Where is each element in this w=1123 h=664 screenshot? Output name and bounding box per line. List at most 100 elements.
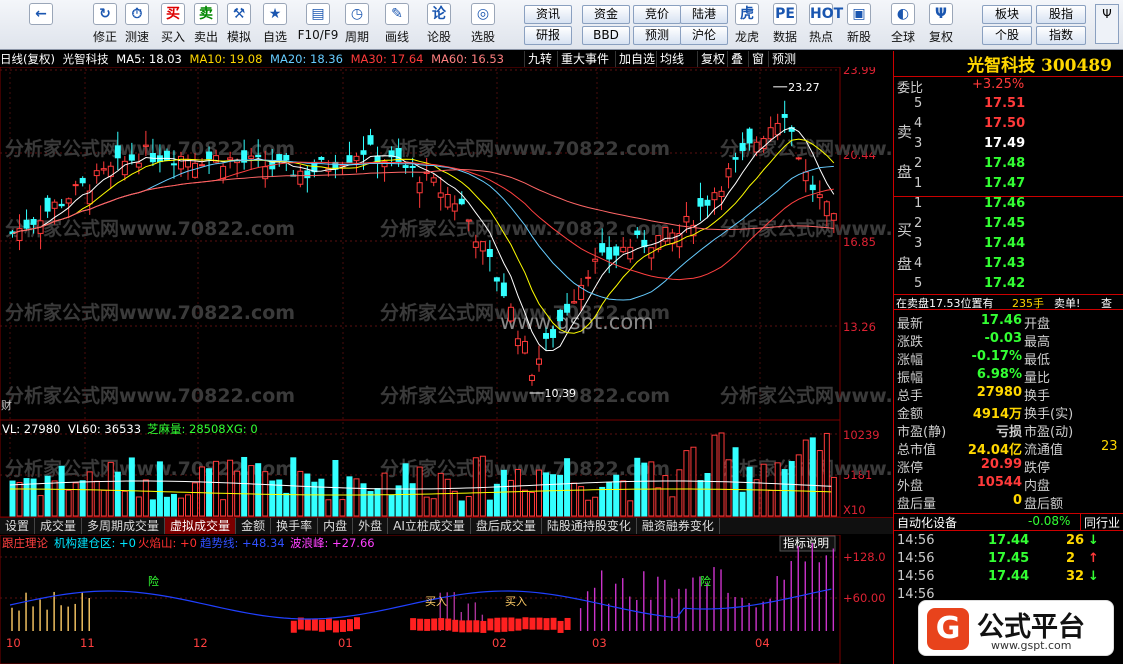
ask-row-0[interactable]: 5 17.51: [894, 96, 1123, 116]
volume-bar: [291, 458, 296, 516]
volume-bar: [824, 433, 829, 516]
toolbar-icon-2: ⏱: [125, 3, 149, 25]
toolbar-button-4[interactable]: 卖卖出: [189, 3, 223, 47]
toolbar-button-2[interactable]: ⏱ 测速: [120, 3, 154, 47]
quick-button-5[interactable]: BBD: [582, 26, 630, 45]
chart-tool-2[interactable]: 加自选: [615, 51, 658, 67]
toolbar-button-3[interactable]: 买买入: [156, 3, 190, 47]
chart-tool-5[interactable]: 叠: [727, 51, 746, 67]
stat-value: 20.99: [981, 457, 1022, 472]
quick-button-0[interactable]: 资讯: [524, 5, 572, 24]
bid-row-3[interactable]: 4 17.43: [894, 256, 1123, 276]
ask-level: 3: [914, 136, 922, 151]
chart-tool-6[interactable]: 窗: [748, 51, 767, 67]
toolbar-more-button[interactable]: Ψ: [1095, 4, 1119, 44]
quick-button-2[interactable]: 竞价: [633, 5, 681, 24]
stat-label: 涨幅: [897, 349, 923, 368]
chart-tool-3[interactable]: 均线: [656, 51, 687, 67]
toolbar-button-17[interactable]: Ψ 复权: [924, 3, 958, 47]
period-label[interactable]: 日线(复权): [0, 52, 55, 66]
kline-chart[interactable]: 23.9920.4416.8513.26102395181X10分析家公式网ww…: [0, 67, 893, 517]
bid-row-2[interactable]: 3 17.44: [894, 236, 1123, 256]
toolbar-button-1[interactable]: ↻ 修正: [88, 3, 122, 47]
volume-bar: [431, 499, 436, 516]
ask-row-1[interactable]: 4 17.50: [894, 116, 1123, 136]
toolbar-button-15[interactable]: ▣ 新股: [842, 3, 876, 47]
toolbar-button-13[interactable]: PE 数据: [768, 3, 802, 47]
toolbar-button-12[interactable]: 虎龙虎: [730, 3, 764, 47]
toolbar-button-7[interactable]: ▤ F10/F9: [296, 3, 340, 47]
month-label: 03: [592, 636, 607, 650]
candle-body: [277, 155, 282, 161]
status-more[interactable]: 查: [1101, 295, 1112, 311]
month-label: 02: [492, 636, 507, 650]
chart-tool-1[interactable]: 重大事件: [557, 51, 612, 67]
quick-button-4[interactable]: 研报: [524, 26, 572, 45]
toolbar-button-5[interactable]: ⚒ 模拟: [222, 3, 256, 47]
quick-button-8[interactable]: 板块: [982, 5, 1032, 24]
candle-body: [45, 198, 50, 211]
bid-row-4[interactable]: 5 17.42: [894, 276, 1123, 296]
toolbar-button-9[interactable]: ✎ 画线: [380, 3, 414, 47]
toolbar-label-12: 龙虎: [730, 28, 764, 45]
volume-tab-3[interactable]: 虚拟成交量: [165, 518, 236, 534]
candle-body: [768, 128, 773, 139]
indicator-red-block: [558, 621, 564, 633]
bid-row-1[interactable]: 2 17.45: [894, 216, 1123, 236]
toolbar-label-15: 新股: [842, 28, 876, 45]
volume-tab-0[interactable]: 设置: [0, 518, 35, 534]
candle-body: [73, 185, 78, 186]
toolbar-button-10[interactable]: 论论股: [422, 3, 456, 47]
toolbar-icon-11: ◎: [471, 3, 495, 25]
ask-row-2[interactable]: 3 17.49: [894, 136, 1123, 156]
quick-button-7[interactable]: 沪伦: [680, 26, 728, 45]
stat-label-2: 最低: [1024, 349, 1050, 368]
volume-tab-7[interactable]: 外盘: [353, 518, 388, 534]
volume-bar: [375, 489, 380, 516]
indicator-chart[interactable]: 跟庄理论 机构建仓区: +0 火焰山: +0 趋势线: +48.34 波浪峰: +27.…: [0, 535, 893, 664]
volume-tab-5[interactable]: 换手率: [271, 518, 318, 534]
status-tag[interactable]: 卖单!: [1054, 295, 1080, 311]
quick-button-6[interactable]: 预测: [633, 26, 681, 45]
chart-tool-4[interactable]: 复权: [697, 51, 728, 67]
volume-tab-8[interactable]: AI立桩成交量: [388, 518, 471, 534]
ask-row-4[interactable]: 1 17.47: [894, 176, 1123, 196]
candle-body: [200, 165, 205, 166]
volume-tab-2[interactable]: 多周期成交量: [82, 518, 165, 534]
toolbar-button-14[interactable]: HOT 热点: [804, 3, 838, 47]
volume-bar: [740, 492, 745, 516]
chart-tool-7[interactable]: 预测: [768, 51, 799, 67]
indicator-help-button[interactable]: 指标说明: [783, 536, 829, 550]
candle-body: [501, 283, 506, 296]
indicator-red-block: [494, 618, 500, 630]
toolbar-button-16[interactable]: ◐ 全球: [886, 3, 920, 47]
bid-row-0[interactable]: 1 17.46: [894, 196, 1123, 216]
volume-bar: [558, 475, 563, 516]
volume-bar: [480, 456, 485, 516]
volume-bar: [782, 470, 787, 516]
volume-tab-11[interactable]: 融资融券变化: [637, 518, 720, 534]
volume-tab-9[interactable]: 盘后成交量: [471, 518, 542, 534]
platform-logo: G 公式平台 www.gspt.com: [918, 600, 1114, 656]
volume-tab-10[interactable]: 陆股通持股变化: [542, 518, 637, 534]
volume-tab-6[interactable]: 内盘: [318, 518, 353, 534]
toolbar-button-0[interactable]: ←: [24, 3, 58, 47]
toolbar-button-8[interactable]: ◷ 周期: [340, 3, 374, 47]
toolbar-button-11[interactable]: ◎ 选股: [466, 3, 500, 47]
volume-bar: [228, 460, 233, 516]
bid-price: 17.45: [984, 216, 1025, 231]
quick-button-9[interactable]: 股指: [1036, 5, 1086, 24]
industry-tag[interactable]: 同行业: [1080, 514, 1120, 531]
toolbar-icon-16: ◐: [891, 3, 915, 25]
quick-button-10[interactable]: 个股: [982, 26, 1032, 45]
quick-button-1[interactable]: 资金: [582, 5, 630, 24]
quick-button-3[interactable]: 陆港: [680, 5, 728, 24]
industry-name[interactable]: 自动化设备: [897, 514, 957, 531]
toolbar-button-6[interactable]: ★ 自选: [258, 3, 292, 47]
ask-row-3[interactable]: 2 17.48: [894, 156, 1123, 176]
volume-tab-4[interactable]: 金额: [236, 518, 271, 534]
chart-tool-0[interactable]: 九转: [524, 51, 555, 67]
quick-button-11[interactable]: 指数: [1036, 26, 1086, 45]
tick-row-1: 14:56 17.45 2 ↑: [894, 551, 1123, 569]
volume-tab-1[interactable]: 成交量: [35, 518, 82, 534]
